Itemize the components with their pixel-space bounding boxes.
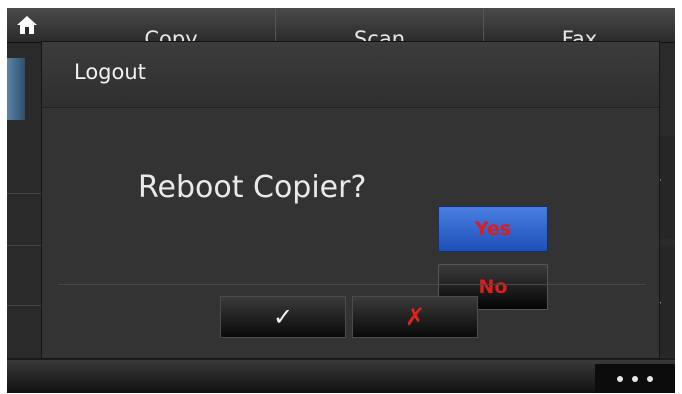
tab-scan[interactable]: Scan: [276, 8, 483, 50]
background-divider: [7, 305, 47, 306]
background-divider: [7, 193, 47, 194]
checkmark-icon: ✓: [272, 303, 294, 331]
x-icon: ✗: [404, 303, 426, 331]
more-dots-icon: [617, 375, 623, 382]
more-dots-icon: [647, 375, 653, 382]
logout-dialog: Logout Reboot Copier? Yes No ✓ ✗: [42, 42, 659, 358]
tab-fax[interactable]: Fax: [484, 8, 675, 50]
more-dots-icon: [632, 375, 638, 382]
tab-copy[interactable]: Copy: [67, 8, 275, 50]
dialog-title: Logout: [74, 60, 146, 84]
dialog-body: Reboot Copier? Yes No: [42, 108, 659, 358]
yes-button[interactable]: Yes: [438, 206, 548, 252]
top-tab-bar: Copy Scan Fax: [7, 8, 675, 50]
cancel-button[interactable]: ✗: [352, 296, 478, 338]
copier-screen: ⌃ ⌄ Copy Scan Fax Logout R: [7, 8, 675, 393]
more-button[interactable]: [595, 364, 675, 393]
dialog-header: Logout: [42, 42, 659, 108]
reboot-question: Reboot Copier?: [138, 170, 367, 205]
background-divider: [7, 245, 47, 246]
home-icon: [17, 16, 37, 34]
background-selected-item: [7, 58, 25, 120]
dialog-divider: [58, 284, 646, 285]
home-button[interactable]: [7, 8, 47, 42]
confirm-button[interactable]: ✓: [220, 296, 346, 338]
bottom-bar: [7, 360, 675, 393]
